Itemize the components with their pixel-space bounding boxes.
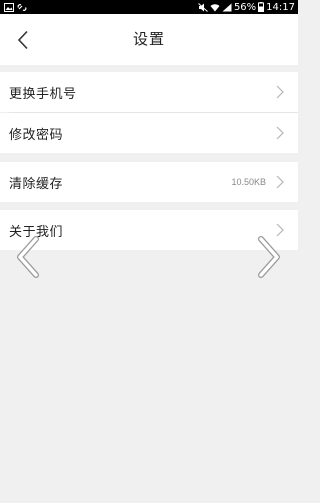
settings-item-change-password[interactable]: 修改密码 [0,113,298,153]
signal-icon [222,3,232,11]
chevron-right-icon [276,85,284,99]
mute-icon [198,2,208,12]
chevron-right-icon [276,175,284,189]
chevron-right-icon [276,126,284,140]
wifi-icon [210,3,220,12]
chevron-left-icon [17,236,39,278]
status-left [4,2,27,12]
battery-icon [258,2,265,12]
header-bar: 设置 [0,14,298,65]
settings-item-label: 更换手机号 [9,86,77,102]
settings-item-change-phone[interactable]: 更换手机号 [0,72,298,112]
cache-size: 10.50KB [231,177,266,187]
settings-item-label: 清除缓存 [9,176,64,192]
link-notification-icon [17,3,27,11]
settings-item-label: 修改密码 [9,127,64,143]
status-right: 56% 14:17 [198,2,295,13]
chevron-right-icon [258,236,280,278]
settings-item-clear-cache[interactable]: 清除缓存 10.50KB [0,162,298,202]
clock: 14:17 [266,1,295,13]
status-bar: 56% 14:17 [0,0,298,14]
page-title: 设置 [132,30,165,48]
battery-percent: 56% [233,1,257,13]
previous-button[interactable] [14,235,42,279]
settings-item-label: 关于我们 [9,224,64,240]
settings-item-about-us[interactable]: 关于我们 [0,210,298,250]
next-button[interactable] [255,235,283,279]
image-notification-icon [4,2,14,12]
